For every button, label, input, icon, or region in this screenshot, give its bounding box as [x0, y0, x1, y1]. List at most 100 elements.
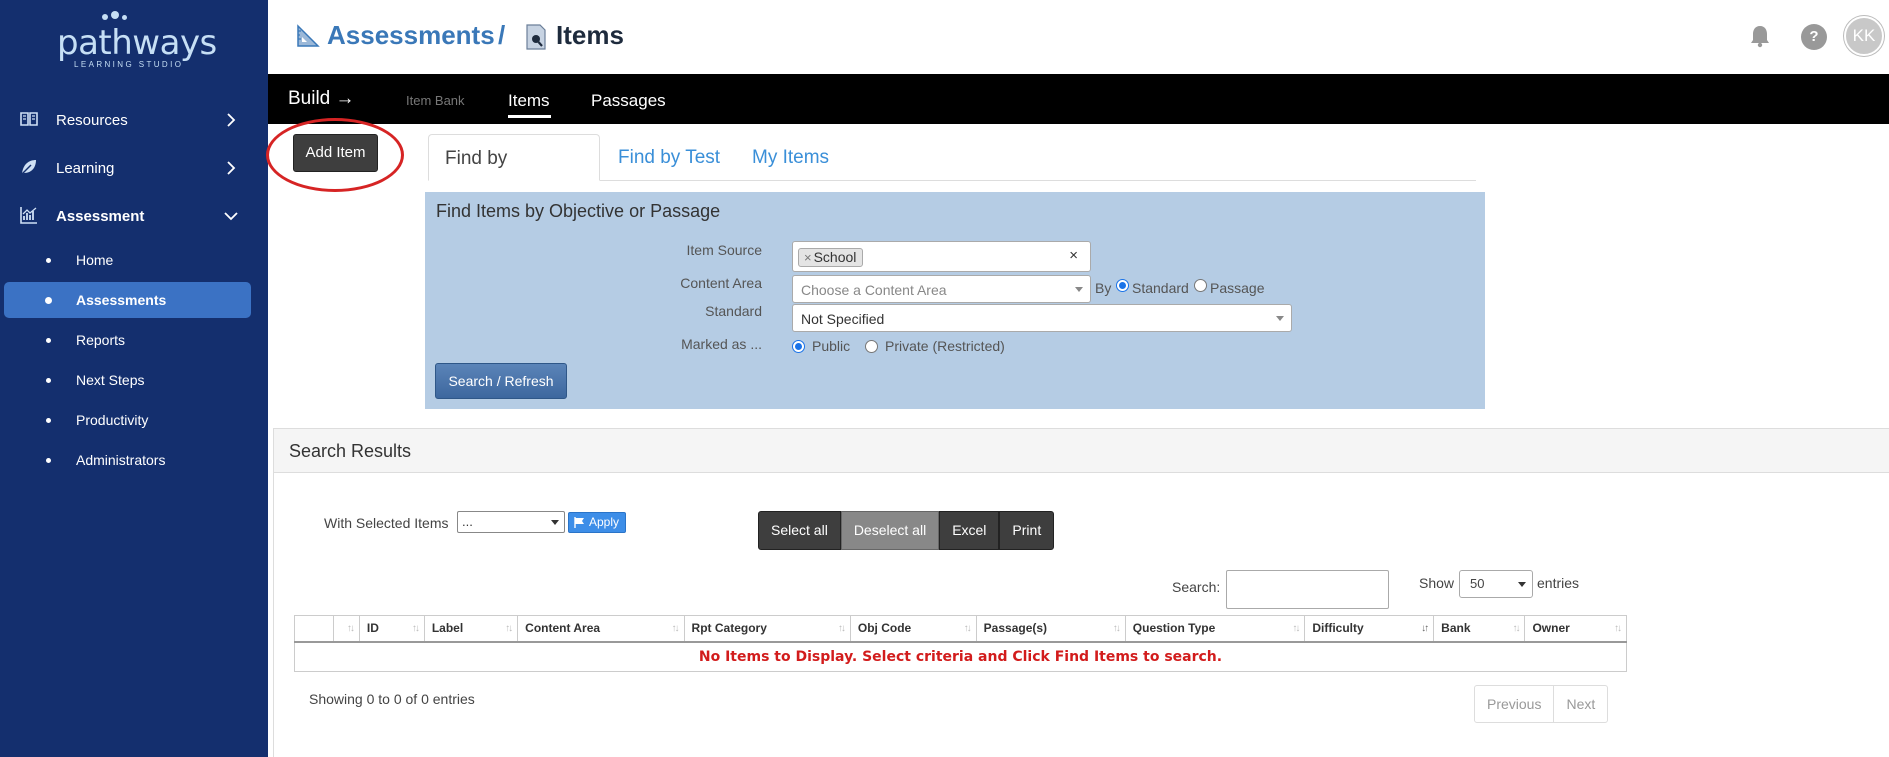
- column-header-content-area[interactable]: Content Area ↑↓: [517, 615, 685, 643]
- sort-icon: ↑↓: [1292, 623, 1300, 634]
- user-avatar[interactable]: KK: [1844, 16, 1884, 56]
- breadcrumb-separator: /: [498, 20, 506, 50]
- sidebar-item-assessment[interactable]: Assessment: [0, 194, 268, 238]
- chevron-right-icon: [227, 161, 236, 175]
- logo-dot: [111, 11, 119, 19]
- dropdown-caret-icon: [1075, 287, 1083, 292]
- empty-table-message: No Items to Display. Select criteria and…: [294, 641, 1627, 672]
- bullet-icon: [46, 418, 51, 423]
- sidebar-item-label: Resources: [56, 111, 128, 129]
- page-size-select[interactable]: 50: [1459, 570, 1533, 598]
- table-action-buttons: Select all Deselect all Excel Print: [758, 511, 1055, 550]
- table-row: No Items to Display. Select criteria and…: [294, 641, 1627, 672]
- sidebar-item-learning[interactable]: Learning: [0, 146, 268, 190]
- item-source-select[interactable]: × School ×: [792, 241, 1091, 272]
- column-header-rpt-category[interactable]: Rpt Category ↑↓: [683, 615, 851, 643]
- ruler-triangle-icon: [297, 24, 320, 47]
- sort-icon: ↑↓: [1112, 623, 1121, 634]
- breadcrumb-assessments[interactable]: Assessments: [327, 20, 495, 51]
- standard-radio-label: Standard: [1132, 280, 1189, 296]
- sidebar-subitem-home[interactable]: Home: [4, 242, 251, 278]
- sidebar-item-resources[interactable]: Resources: [0, 98, 268, 142]
- standard-select[interactable]: Not Specified: [792, 304, 1292, 332]
- pagination: Previous Next: [1474, 685, 1609, 723]
- next-page-button[interactable]: Next: [1554, 686, 1607, 722]
- logo-subtitle: LEARNING STUDIO: [74, 60, 184, 69]
- filter-panel: Find Items by Objective or Passage Item …: [425, 192, 1485, 409]
- content-area-placeholder: Choose a Content Area: [801, 282, 947, 298]
- search-input[interactable]: [1226, 570, 1389, 609]
- logo-wordmark: pathways: [57, 23, 217, 63]
- sidebar-subitem-assessments[interactable]: Assessments: [4, 282, 251, 318]
- chip-remove-icon[interactable]: ×: [804, 250, 812, 265]
- bell-icon[interactable]: [1748, 24, 1772, 48]
- deselect-all-button[interactable]: Deselect all: [840, 511, 940, 550]
- public-radio[interactable]: [792, 340, 805, 353]
- content-area-label: Content Area: [680, 275, 762, 291]
- print-button[interactable]: Print: [999, 511, 1055, 550]
- tab-find-by-category[interactable]: Find by Category: [428, 134, 600, 216]
- sort-icon: ↑↓: [346, 623, 355, 634]
- build-label: Build →: [288, 88, 355, 109]
- sidebar-subitem-reports[interactable]: Reports: [4, 322, 251, 358]
- previous-page-button[interactable]: Previous: [1475, 686, 1555, 722]
- sidebar-item-label: Assessment: [56, 207, 145, 225]
- column-header-owner[interactable]: Owner ↑↓: [1524, 615, 1627, 643]
- passage-radio-label: Passage: [1210, 280, 1265, 296]
- active-tab-underline: [508, 115, 551, 118]
- nav-passages[interactable]: Passages: [591, 91, 666, 111]
- select-all-button[interactable]: Select all: [758, 511, 841, 550]
- highlight-annotation-circle: [266, 118, 404, 192]
- logo-dot: [122, 15, 127, 20]
- page-title: Items: [556, 20, 624, 50]
- apply-button[interactable]: Apply: [568, 512, 626, 533]
- sidebar-subitem-next-steps[interactable]: Next Steps: [4, 362, 251, 398]
- search-refresh-button[interactable]: Search / Refresh: [435, 363, 567, 399]
- tab-find-by-test[interactable]: Find by Test: [602, 134, 736, 181]
- excel-button[interactable]: Excel: [939, 511, 1000, 550]
- help-icon[interactable]: ?: [1801, 24, 1827, 50]
- with-selected-label: With Selected Items: [324, 515, 449, 531]
- top-header: Assessments / Items ? KK: [268, 0, 1889, 74]
- item-source-chip: × School: [798, 248, 864, 267]
- column-header-blank[interactable]: ↑↓: [332, 615, 360, 643]
- book-icon: [20, 112, 38, 126]
- sidebar-subitem-label: Productivity: [76, 412, 149, 428]
- panel-title: Find Items by Objective or Passage: [436, 201, 721, 221]
- results-title: Search Results: [289, 441, 412, 461]
- apply-label: Apply: [589, 515, 620, 529]
- clear-selection-icon[interactable]: ×: [1069, 247, 1078, 264]
- sidebar-item-label: Learning: [56, 159, 115, 177]
- sidebar-subitem-administrators[interactable]: Administrators: [4, 442, 251, 478]
- sort-icon: ↑↓: [1512, 623, 1520, 634]
- column-header-passages[interactable]: Passage(s) ↑↓: [975, 615, 1126, 643]
- chevron-down-icon: [224, 212, 238, 221]
- marked-as-label: Marked as ...: [681, 336, 762, 352]
- standard-value: Not Specified: [801, 311, 885, 327]
- private-radio[interactable]: [865, 340, 878, 353]
- public-radio-label: Public: [812, 338, 851, 354]
- nav-items[interactable]: Items: [508, 91, 550, 111]
- column-header-question-type[interactable]: Question Type ↑↓: [1124, 615, 1306, 643]
- column-header-label[interactable]: Label ↑↓: [423, 615, 519, 643]
- column-header-id[interactable]: ID ↑↓: [358, 615, 425, 643]
- pathways-logo[interactable]: pathways LEARNING STUDIO: [55, 10, 217, 69]
- showing-entries-info: Showing 0 to 0 of 0 entries: [309, 691, 475, 707]
- column-header-difficulty[interactable]: Difficulty ↓↑: [1304, 615, 1435, 643]
- tab-my-items[interactable]: My Items: [736, 134, 845, 181]
- chevron-right-icon: [227, 113, 236, 127]
- passage-radio[interactable]: [1194, 279, 1207, 292]
- sidebar-subitem-productivity[interactable]: Productivity: [4, 402, 251, 438]
- column-header-bank[interactable]: Bank ↑↓: [1433, 615, 1526, 643]
- sort-icon: ↑↓: [837, 623, 846, 634]
- sidebar: pathways LEARNING STUDIO Resources Learn…: [0, 0, 268, 757]
- sort-icon: ↑↓: [411, 623, 420, 634]
- column-header-obj-code[interactable]: Obj Code ↑↓: [849, 615, 977, 643]
- sidebar-subitem-label: Home: [76, 252, 114, 268]
- nav-item-bank[interactable]: Item Bank: [406, 93, 465, 108]
- content-area-select[interactable]: Choose a Content Area: [792, 275, 1091, 303]
- with-selected-select[interactable]: ...: [457, 511, 565, 533]
- dropdown-caret-icon: [1276, 316, 1284, 321]
- standard-radio[interactable]: [1116, 279, 1129, 292]
- results-header: Search Results: [274, 429, 1889, 473]
